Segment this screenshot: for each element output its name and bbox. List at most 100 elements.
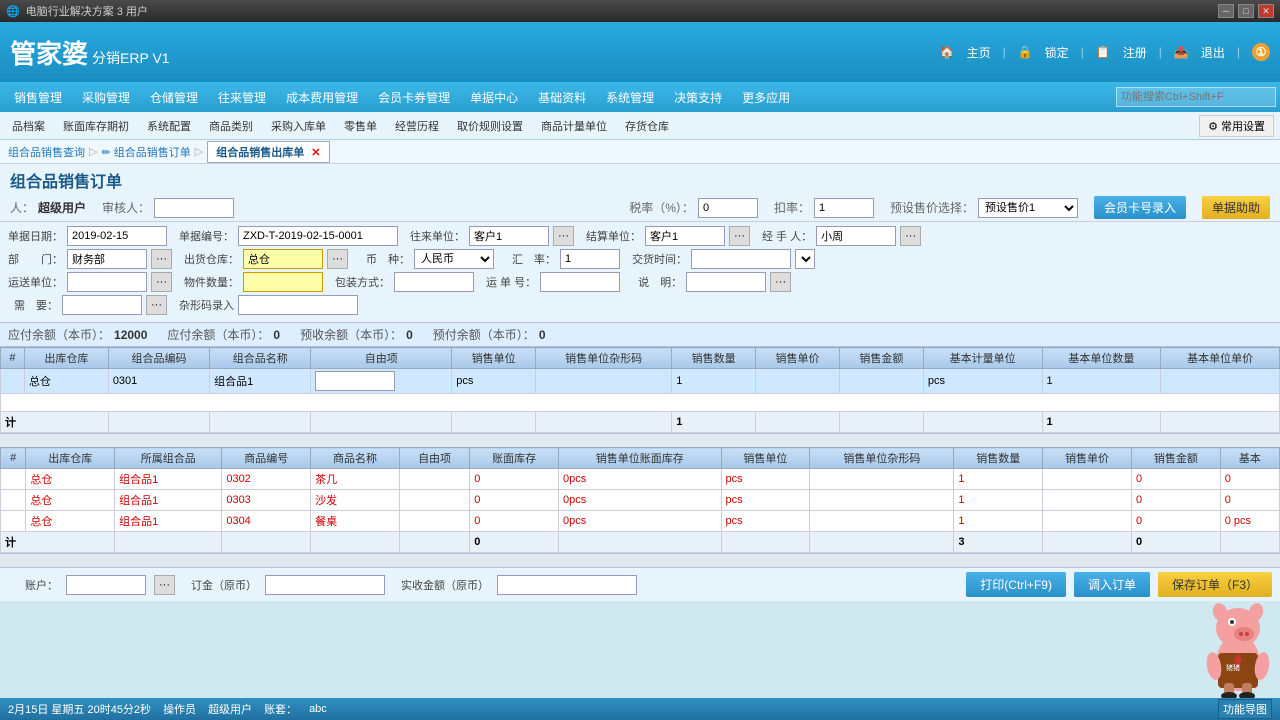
barcode-input[interactable]	[238, 295, 358, 315]
order-input[interactable]	[265, 575, 385, 595]
warehouse-input[interactable]	[243, 249, 323, 269]
settings-button[interactable]: ⚙ 常用设置	[1199, 115, 1274, 137]
col-num: #	[1, 348, 25, 369]
sub-tool-purchase[interactable]: 采购入库单	[265, 116, 332, 136]
window-controls[interactable]: ─ □ ✕	[1218, 4, 1274, 18]
exchange-input[interactable]	[560, 249, 620, 269]
lcell-qty: 1	[954, 490, 1043, 511]
import-order-button[interactable]: 调入订单	[1074, 572, 1150, 597]
header: 管家婆 分销ERP V1 🏠 主页 | 🔒 锁定 | 📋 注册 | 📤 退出 |…	[0, 22, 1280, 82]
delivery-time-input[interactable]	[691, 249, 791, 269]
menu-member[interactable]: 会员卡券管理	[368, 82, 460, 112]
partner-btn[interactable]: ···	[553, 226, 574, 246]
menu-cost[interactable]: 成本费用管理	[276, 82, 368, 112]
print-button[interactable]: 打印(Ctrl+F9)	[966, 572, 1066, 597]
sub-tool-retail[interactable]: 零售单	[338, 116, 383, 136]
account-btn[interactable]: ···	[154, 575, 175, 595]
note-link[interactable]: 注册	[1123, 44, 1147, 61]
need-input[interactable]	[62, 295, 142, 315]
main-search-input[interactable]	[1116, 87, 1276, 107]
parts-input[interactable]	[243, 272, 323, 292]
sub-tool-ledger[interactable]: 账面库存期初	[57, 116, 135, 136]
handler-btn[interactable]: ···	[900, 226, 921, 246]
settle-btn[interactable]: ···	[729, 226, 750, 246]
dept-input[interactable]	[67, 249, 147, 269]
export-link[interactable]: 退出	[1201, 44, 1225, 61]
sub-tool-price[interactable]: 取价规则设置	[451, 116, 529, 136]
package-input[interactable]	[394, 272, 474, 292]
home-icon[interactable]: 🏠	[940, 45, 955, 59]
price-select[interactable]: 预设售价1	[978, 198, 1078, 218]
need-btn[interactable]: ···	[146, 295, 167, 315]
menu-purchase[interactable]: 采购管理	[72, 82, 140, 112]
remark-input[interactable]	[686, 272, 766, 292]
delivery-time-select[interactable]	[795, 249, 815, 269]
menu-more[interactable]: 更多应用	[732, 82, 800, 112]
settle-input[interactable]	[645, 226, 725, 246]
col-warehouse: 出库仓库	[24, 348, 108, 369]
sub-tool-unit[interactable]: 商品计量单位	[535, 116, 613, 136]
menu-sales[interactable]: 销售管理	[4, 82, 72, 112]
lcell-stock: 0	[470, 490, 559, 511]
handler-input[interactable]	[816, 226, 896, 246]
sub-tool-category[interactable]: 商品类别	[203, 116, 259, 136]
lower-row-1[interactable]: 总仓 组合品1 0302 茶几 0 0pcs pcs 1 0 0	[1, 469, 1280, 490]
header-right: 🏠 主页 | 🔒 锁定 | 📋 注册 | 📤 退出 | ①	[940, 43, 1270, 61]
lcell-base: 0	[1220, 469, 1279, 490]
form-area: 单据日期： 单据编号： 往来单位： ··· 结算单位： ··· 经 手 人： ·…	[0, 222, 1280, 323]
export-icon[interactable]: 📤	[1174, 45, 1189, 59]
partner-input[interactable]	[469, 226, 549, 246]
upper-scroll[interactable]	[0, 433, 1280, 447]
save-order-button[interactable]: 保存订单（F3）	[1158, 572, 1272, 597]
remark-btn[interactable]: ···	[770, 272, 791, 292]
shipping-input[interactable]	[67, 272, 147, 292]
discount-input[interactable]	[814, 198, 874, 218]
reviewer-input[interactable]	[154, 198, 234, 218]
account-input[interactable]	[66, 575, 146, 595]
upper-table-empty-row	[1, 394, 1280, 412]
lower-row-2[interactable]: 总仓 组合品1 0303 沙发 0 0pcs pcs 1 0 0	[1, 490, 1280, 511]
sub-tool-config[interactable]: 系统配置	[141, 116, 197, 136]
menu-dealings[interactable]: 往来管理	[208, 82, 276, 112]
shipping-btn[interactable]: ···	[151, 272, 172, 292]
warehouse-btn[interactable]: ···	[327, 249, 348, 269]
sub-tool-product[interactable]: 品档案	[6, 116, 51, 136]
note-icon[interactable]: 📋	[1096, 45, 1111, 59]
cell-unit: pcs	[452, 369, 536, 394]
info-icon[interactable]: ①	[1252, 43, 1270, 61]
upper-free-input[interactable]	[315, 371, 395, 391]
upper-table-row[interactable]: 总仓 0301 组合品1 pcs 1 pcs 1	[1, 369, 1280, 394]
lower-row-3[interactable]: 总仓 组合品1 0304 餐桌 0 0pcs pcs 1 0 0 pcs	[1, 511, 1280, 532]
menu-basic[interactable]: 基础资料	[528, 82, 596, 112]
function-map-button[interactable]: 功能导图	[1218, 699, 1272, 719]
bc-combo-query[interactable]: 组合品销售查询	[8, 144, 85, 160]
bc-close-icon[interactable]: ✕	[311, 147, 320, 159]
tax-input[interactable]	[698, 198, 758, 218]
dept-btn[interactable]: ···	[151, 249, 172, 269]
sub-tool-inventory[interactable]: 存货仓库	[619, 116, 675, 136]
menu-voucher[interactable]: 单据中心	[460, 82, 528, 112]
lcell-unit-stock: 0pcs	[559, 469, 722, 490]
close-button[interactable]: ✕	[1258, 4, 1274, 18]
menu-decision[interactable]: 决策支持	[664, 82, 732, 112]
lcol-stock: 账面库存	[470, 448, 559, 469]
lock-link[interactable]: 锁定	[1045, 44, 1069, 61]
lower-scroll[interactable]	[0, 553, 1280, 567]
date-input[interactable]	[67, 226, 167, 246]
order-no-input[interactable]	[238, 226, 398, 246]
help-button[interactable]: 单据助助	[1202, 196, 1270, 219]
minimize-button[interactable]: ─	[1218, 4, 1234, 18]
shipment-input[interactable]	[540, 272, 620, 292]
home-link[interactable]: 主页	[967, 44, 991, 61]
bc-combo-order[interactable]: ✏ 组合品销售订单	[101, 144, 190, 160]
lock-icon[interactable]: 🔒	[1018, 45, 1033, 59]
actual-input[interactable]	[497, 575, 637, 595]
sum-code	[108, 412, 209, 433]
member-card-button[interactable]: 会员卡号录入	[1094, 196, 1186, 219]
menu-system[interactable]: 系统管理	[596, 82, 664, 112]
sub-tool-history[interactable]: 经营历程	[389, 116, 445, 136]
bc-combo-outbound[interactable]: 组合品销售出库单 ✕	[207, 141, 329, 163]
maximize-button[interactable]: □	[1238, 4, 1254, 18]
menu-warehouse[interactable]: 仓储管理	[140, 82, 208, 112]
currency-select[interactable]: 人民币	[414, 249, 494, 269]
